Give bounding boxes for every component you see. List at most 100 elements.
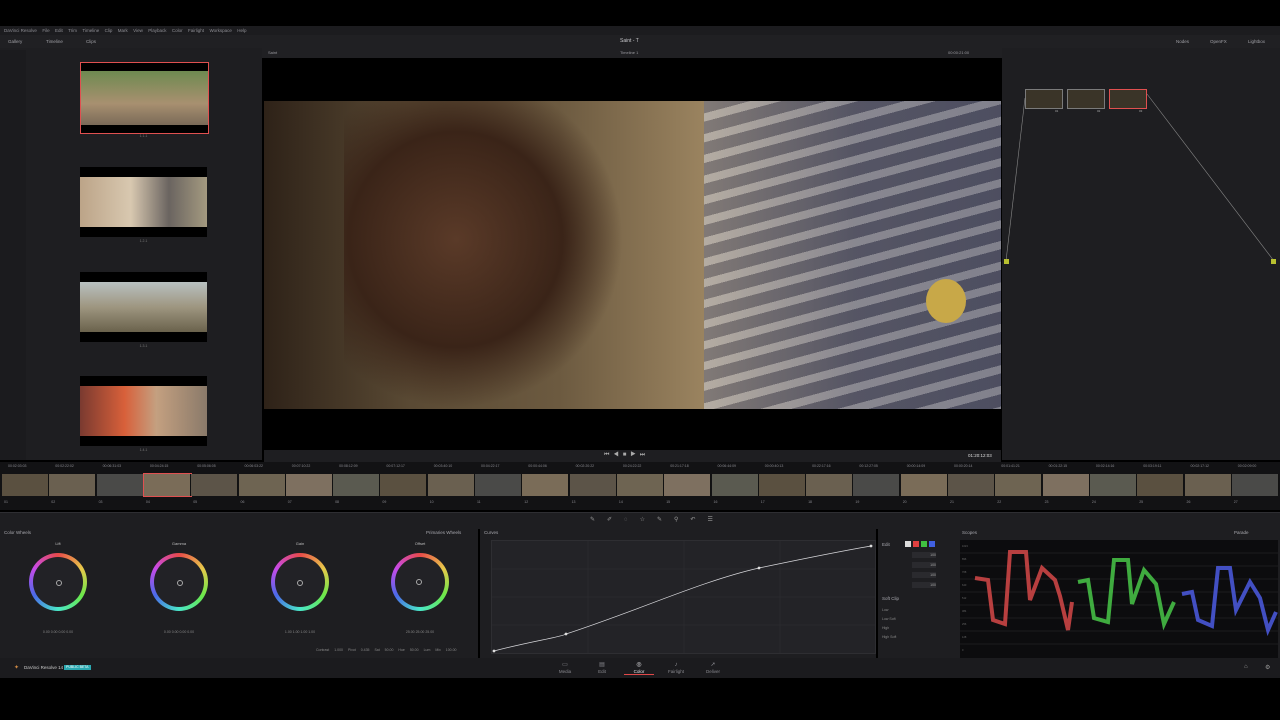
gamma-values: 0.00 0.00 0.00 0.00: [163, 630, 195, 634]
clip-thumbnail[interactable]: [475, 474, 522, 496]
soft-clip-row[interactable]: High: [882, 624, 896, 633]
panel-title: Curves: [484, 530, 499, 535]
menu-item[interactable]: Workspace: [209, 26, 231, 35]
viewer-tab[interactable]: Saint: [268, 50, 277, 55]
channel-r-toggle[interactable]: [913, 541, 919, 547]
tab-edit[interactable]: ▤ Edit: [587, 662, 617, 674]
channel-g-toggle[interactable]: [921, 541, 927, 547]
gallery-still[interactable]: [80, 272, 207, 342]
menu-item[interactable]: DaVinci Resolve: [4, 26, 37, 35]
clip-thumbnail[interactable]: [616, 474, 664, 496]
clip-thumbnail[interactable]: [806, 474, 854, 496]
gamma-puck[interactable]: [177, 580, 183, 586]
tab-fairlight[interactable]: ♪ Fairlight: [661, 662, 691, 674]
gallery-still[interactable]: [80, 62, 209, 134]
menu-item[interactable]: Timeline: [82, 26, 99, 35]
gain-puck[interactable]: [297, 580, 303, 586]
timeline-button[interactable]: Timeline: [46, 37, 63, 46]
contrast-value[interactable]: Contrast 1.000: [316, 648, 343, 652]
clip-thumbnail[interactable]: [664, 474, 712, 496]
tab-deliver[interactable]: ➚ Deliver: [698, 662, 728, 674]
channel-intensity[interactable]: 100: [912, 562, 936, 568]
clip-thumbnail[interactable]: [995, 474, 1043, 496]
clip-thumbnail[interactable]: [711, 474, 759, 496]
clip-thumbnail[interactable]: [1184, 474, 1232, 496]
clip-thumbnail[interactable]: [96, 474, 144, 496]
menu-item[interactable]: Fairlight: [188, 26, 204, 35]
striped-shirt: [704, 101, 1001, 409]
soft-clip-row[interactable]: Low: [882, 606, 896, 615]
clip-thumbnail[interactable]: [569, 474, 617, 496]
menu-item[interactable]: Playback: [148, 26, 166, 35]
channel-intensity[interactable]: 100: [912, 572, 936, 578]
clip-number: 10: [429, 500, 434, 504]
lift-puck[interactable]: [56, 580, 62, 586]
nodes-button[interactable]: Nodes: [1176, 37, 1189, 46]
still-label: 1.1.1: [139, 134, 148, 138]
tab-label: Deliver: [705, 669, 720, 674]
tab-media[interactable]: ▭ Media: [550, 662, 580, 674]
menu-item[interactable]: Clip: [105, 26, 113, 35]
gallery-albums[interactable]: [0, 50, 26, 460]
scope-mode[interactable]: Parade: [1234, 530, 1249, 535]
clip-timecode: 00:22:17:16: [812, 464, 831, 468]
tab-color[interactable]: ◎ Color: [624, 662, 654, 675]
curve-graph[interactable]: [491, 540, 876, 654]
clip-thumbnail[interactable]: [522, 474, 570, 496]
lum-mix-value[interactable]: Lum Mix 100.00: [424, 648, 457, 652]
menu-item[interactable]: Edit: [55, 26, 63, 35]
clip-thumbnail[interactable]: [1089, 474, 1137, 496]
clip-thumbnail[interactable]: [1137, 474, 1185, 496]
product-name: DaVinci Resolve 14: [24, 665, 64, 670]
clips-button[interactable]: Clips: [86, 37, 96, 46]
clip-thumbnail[interactable]: [238, 474, 286, 496]
offset-puck[interactable]: [416, 579, 422, 585]
clip-thumbnail[interactable]: [758, 474, 806, 496]
soft-clip-row[interactable]: High Soft: [882, 633, 896, 642]
gear-icon[interactable]: ⚙: [1265, 664, 1270, 671]
channel-intensity[interactable]: 100: [912, 582, 936, 588]
clip-thumbnail[interactable]: [427, 474, 475, 496]
tab-label: Fairlight: [667, 669, 684, 674]
clip-thumbnail[interactable]: [900, 474, 948, 496]
clip-thumbnail[interactable]: [191, 474, 239, 496]
clip-thumbnail[interactable]: [285, 474, 333, 496]
viewer[interactable]: [264, 67, 1001, 444]
clip-thumbnail[interactable]: [380, 474, 428, 496]
clip-timeline[interactable]: 00:02:03:03 01 00:02:22:02 02 00:06:31:03 03 0…: [0, 462, 1280, 510]
home-icon[interactable]: ⌂: [1244, 664, 1248, 670]
gallery-still[interactable]: [80, 167, 207, 237]
menu-item[interactable]: File: [42, 26, 49, 35]
timeline-name[interactable]: Timeline 1: [620, 50, 638, 55]
hue-value[interactable]: Hue 50.00: [398, 648, 418, 652]
clip-thumbnail[interactable]: [948, 474, 995, 496]
clip-number: 20: [902, 500, 907, 504]
clip-thumbnail[interactable]: [1231, 474, 1279, 496]
clip-thumbnail[interactable]: [1042, 474, 1090, 496]
clip-thumbnail[interactable]: [142, 473, 192, 497]
channel-intensity[interactable]: 100: [912, 552, 936, 558]
pivot-value[interactable]: Pivot 0.435: [348, 648, 370, 652]
playback-controls[interactable]: ⏮◀■▶⏭: [604, 452, 649, 459]
sat-value[interactable]: Sat 50.00: [374, 648, 393, 652]
wheels-mode[interactable]: Primaries Wheels: [426, 530, 461, 535]
openfx-button[interactable]: OpenFX: [1210, 37, 1227, 46]
clip-thumbnail[interactable]: [853, 474, 901, 496]
gallery-button[interactable]: Gallery: [8, 37, 22, 46]
clip-thumbnail[interactable]: [49, 474, 97, 496]
channel-y-toggle[interactable]: [905, 541, 911, 547]
menu-item[interactable]: Help: [237, 26, 246, 35]
menu-item[interactable]: Trim: [68, 26, 77, 35]
menu-item[interactable]: Mark: [118, 26, 128, 35]
clip-thumbnail[interactable]: [333, 474, 381, 496]
lightbox-button[interactable]: Lightbox: [1248, 37, 1265, 46]
menu-item[interactable]: View: [133, 26, 143, 35]
menu-item[interactable]: Color: [172, 26, 183, 35]
gallery-still[interactable]: [80, 376, 207, 446]
soft-clip-row[interactable]: Low Soft: [882, 615, 896, 624]
deliver-icon: ➚: [710, 662, 716, 668]
channel-b-toggle[interactable]: [929, 541, 935, 547]
clip-thumbnail[interactable]: [2, 474, 49, 496]
palette-icons[interactable]: ✎✐◌☆✎⚲↶☰: [590, 516, 725, 523]
primary-adjustments: Contrast 1.000 Pivot 0.435 Sat 50.00 Hue…: [316, 648, 456, 652]
